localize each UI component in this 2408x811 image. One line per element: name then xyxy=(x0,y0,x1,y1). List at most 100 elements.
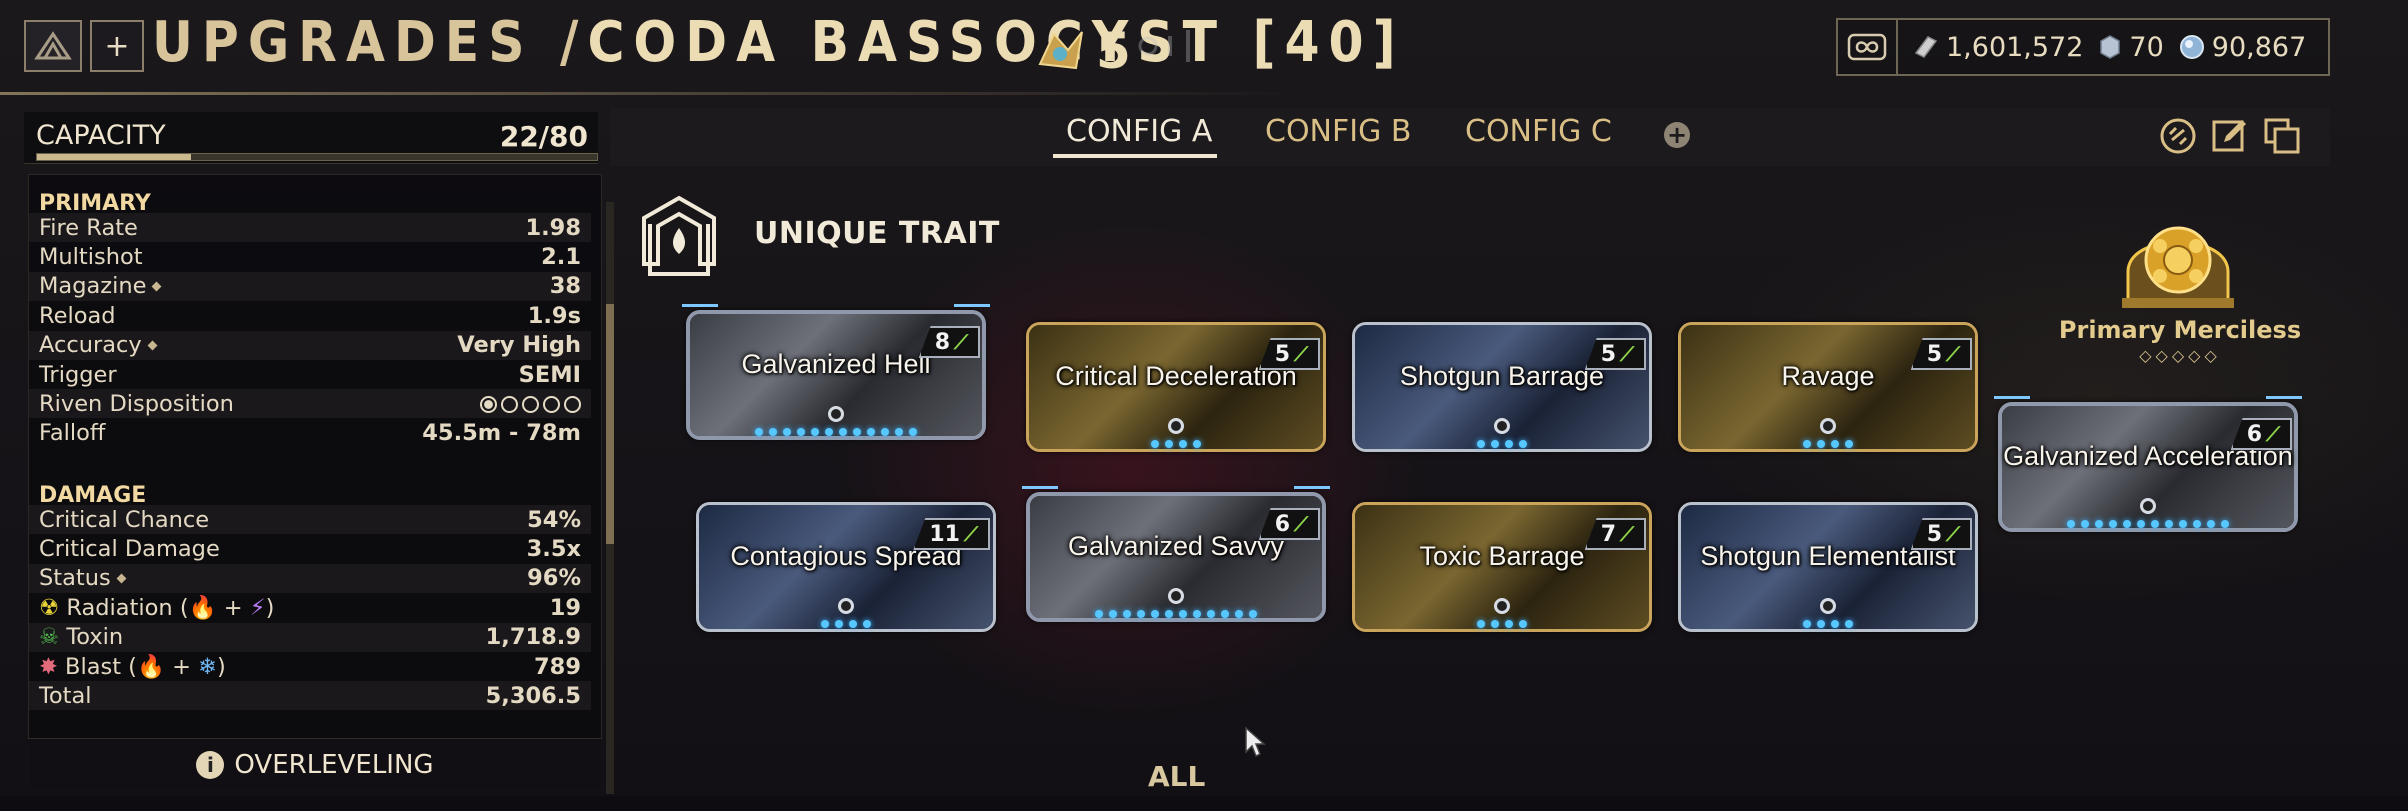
edit-icon[interactable] xyxy=(2210,116,2250,156)
mod-card[interactable]: Contagious Spread 11 ⟋ xyxy=(688,490,1004,644)
polarity-icon: ⟋ xyxy=(1620,522,1634,546)
mod-capacity-dot xyxy=(783,428,791,436)
stats-panel: CAPACITY 22/80 PRIMARY DAMAGE Fire Rate 1… xyxy=(14,104,614,811)
mod-filter-label[interactable]: ALL xyxy=(1148,760,1205,793)
page-title: UPGRADES /CODA BASSOCYST [40] xyxy=(152,10,1405,75)
mod-capacity-dot xyxy=(2207,520,2215,528)
stat-label: Falloff xyxy=(39,420,106,447)
mod-rank: 5 xyxy=(1274,341,1290,367)
plus-circle-icon: + xyxy=(1666,121,1688,149)
endo: 90,867 xyxy=(2178,32,2306,63)
tab-config-c[interactable]: CONFIG C xyxy=(1465,114,1612,149)
mod-capacity-dot xyxy=(1165,610,1173,618)
mod-wing-left xyxy=(1022,486,1058,496)
copy-icon[interactable] xyxy=(2262,116,2302,156)
mod-card[interactable]: Galvanized Acceleration 6 ⟋ xyxy=(1990,390,2306,544)
mod-capacity-dot xyxy=(1207,610,1215,618)
mod-capacity-dot xyxy=(2151,520,2159,528)
mod-dots xyxy=(1990,520,2306,528)
mod-card[interactable]: Critical Deceleration 5 ⟋ xyxy=(1018,310,1334,464)
mod-capacity-dot xyxy=(909,428,917,436)
stat-value: 1.98 xyxy=(525,214,581,241)
stats-scrollbar[interactable] xyxy=(606,202,614,794)
mod-dots xyxy=(1344,440,1660,448)
mod-capacity-dot xyxy=(1123,610,1131,618)
tab-config-b[interactable]: CONFIG B xyxy=(1265,114,1411,149)
stats-list[interactable]: PRIMARY DAMAGE Fire Rate 1.98 Multishot 2.1… xyxy=(28,174,602,790)
polarity-icon: ⟋ xyxy=(954,330,968,354)
mod-capacity-dot xyxy=(1235,610,1243,618)
mod-capacity-dot xyxy=(769,428,777,436)
stat-value: 54% xyxy=(527,506,581,533)
stat-row: ✸ Blast (🔥 + ❄) 789 xyxy=(29,652,591,681)
blast-icon: ✸ xyxy=(39,653,66,680)
stat-value: 1,718.9 xyxy=(485,624,581,651)
link-icon[interactable] xyxy=(2158,116,2198,156)
stat-value: SEMI xyxy=(518,361,581,388)
mod-card[interactable]: Galvanized Savvy 6 ⟋ xyxy=(1018,480,1334,634)
stat-label: Status xyxy=(39,565,127,591)
infinity-icon xyxy=(1847,33,1887,61)
overleveling-button[interactable]: i OVERLEVELING xyxy=(28,738,602,790)
mod-capacity-dot xyxy=(1193,610,1201,618)
add-config-button[interactable]: + xyxy=(1664,122,1690,148)
credits: 1,601,572 xyxy=(1912,32,2083,63)
mod-capacity-dot xyxy=(825,428,833,436)
polarity-icon: ⟋ xyxy=(964,522,978,546)
stat-label: Trigger xyxy=(39,361,117,388)
mod-capacity-dot xyxy=(1803,620,1811,628)
capacity-row: CAPACITY 22/80 xyxy=(24,112,598,164)
mod-capacity-dot xyxy=(1151,610,1159,618)
mod-socket-icon xyxy=(1494,418,1510,434)
add-button[interactable]: + xyxy=(90,20,144,72)
stat-value xyxy=(476,391,581,417)
mod-card[interactable]: Toxic Barrage 7 ⟋ xyxy=(1344,490,1660,644)
stat-row: Multishot 2.1 xyxy=(29,242,591,271)
heat-icon: 🔥 xyxy=(136,653,165,680)
stat-row: Falloff 45.5m - 78m xyxy=(29,419,591,448)
mod-socket-icon xyxy=(1820,598,1836,614)
mod-capacity-dot xyxy=(1505,620,1513,628)
stat-row: Critical Chance 54% xyxy=(29,505,591,534)
arcane-emblem-icon[interactable] xyxy=(2118,212,2238,312)
forma-counter: 5 xyxy=(1032,22,1131,80)
arcane-rank-diamonds: ◇◇◇◇◇ xyxy=(2139,346,2221,365)
disposition-dot-icon xyxy=(543,395,560,413)
stat-label: Critical Damage xyxy=(39,535,220,562)
mod-card[interactable]: Ravage 5 ⟋ xyxy=(1670,310,1986,464)
mod-capacity-dot xyxy=(1491,620,1499,628)
mod-capacity-dot xyxy=(853,428,861,436)
capacity-label: CAPACITY xyxy=(36,120,166,151)
combo-icons: 🔥 + ⚡) xyxy=(188,594,275,621)
mod-dots xyxy=(1018,440,1334,448)
stat-value: 96% xyxy=(527,565,581,592)
stat-label: Accuracy xyxy=(39,332,158,358)
mod-socket-icon xyxy=(838,598,854,614)
mod-card[interactable]: Shotgun Barrage 5 ⟋ xyxy=(1344,310,1660,464)
capacity-bar-fill xyxy=(37,154,191,160)
top-bar: + UPGRADES /CODA BASSOCYST [40] 5 1,601,… xyxy=(0,0,2408,96)
cold-icon: ❄ xyxy=(198,653,218,680)
tab-config-a[interactable]: CONFIG A xyxy=(1066,114,1212,149)
mod-capacity-dot xyxy=(1845,440,1853,448)
home-button[interactable] xyxy=(24,20,82,72)
stat-label: ☠ Toxin xyxy=(39,624,124,651)
mod-capacity-dot xyxy=(1817,620,1825,628)
stat-label: ✸ Blast (🔥 + ❄) xyxy=(39,653,226,680)
stat-value: Very High xyxy=(457,332,581,359)
scrollbar-thumb[interactable] xyxy=(606,304,614,544)
mod-rank: 7 xyxy=(1600,521,1616,547)
mod-capacity-dot xyxy=(1817,440,1825,448)
lotus-icon xyxy=(34,31,72,60)
mod-card[interactable]: Shotgun Elementalist 5 ⟋ xyxy=(1670,490,1986,644)
mod-capacity-dot xyxy=(1179,610,1187,618)
mod-capacity-dot xyxy=(1519,440,1527,448)
mod-card[interactable]: Galvanized Hell 8 ⟋ xyxy=(678,298,994,452)
mod-capacity-dot xyxy=(1477,440,1485,448)
disposition-dot-icon xyxy=(480,395,497,413)
mod-capacity-dot xyxy=(895,428,903,436)
currency-toggle[interactable] xyxy=(1838,20,1898,74)
unique-trait-label: UNIQUE TRAIT xyxy=(754,216,1000,251)
heat-icon: 🔥 xyxy=(188,594,217,621)
forma-count: 5 xyxy=(1096,22,1131,80)
